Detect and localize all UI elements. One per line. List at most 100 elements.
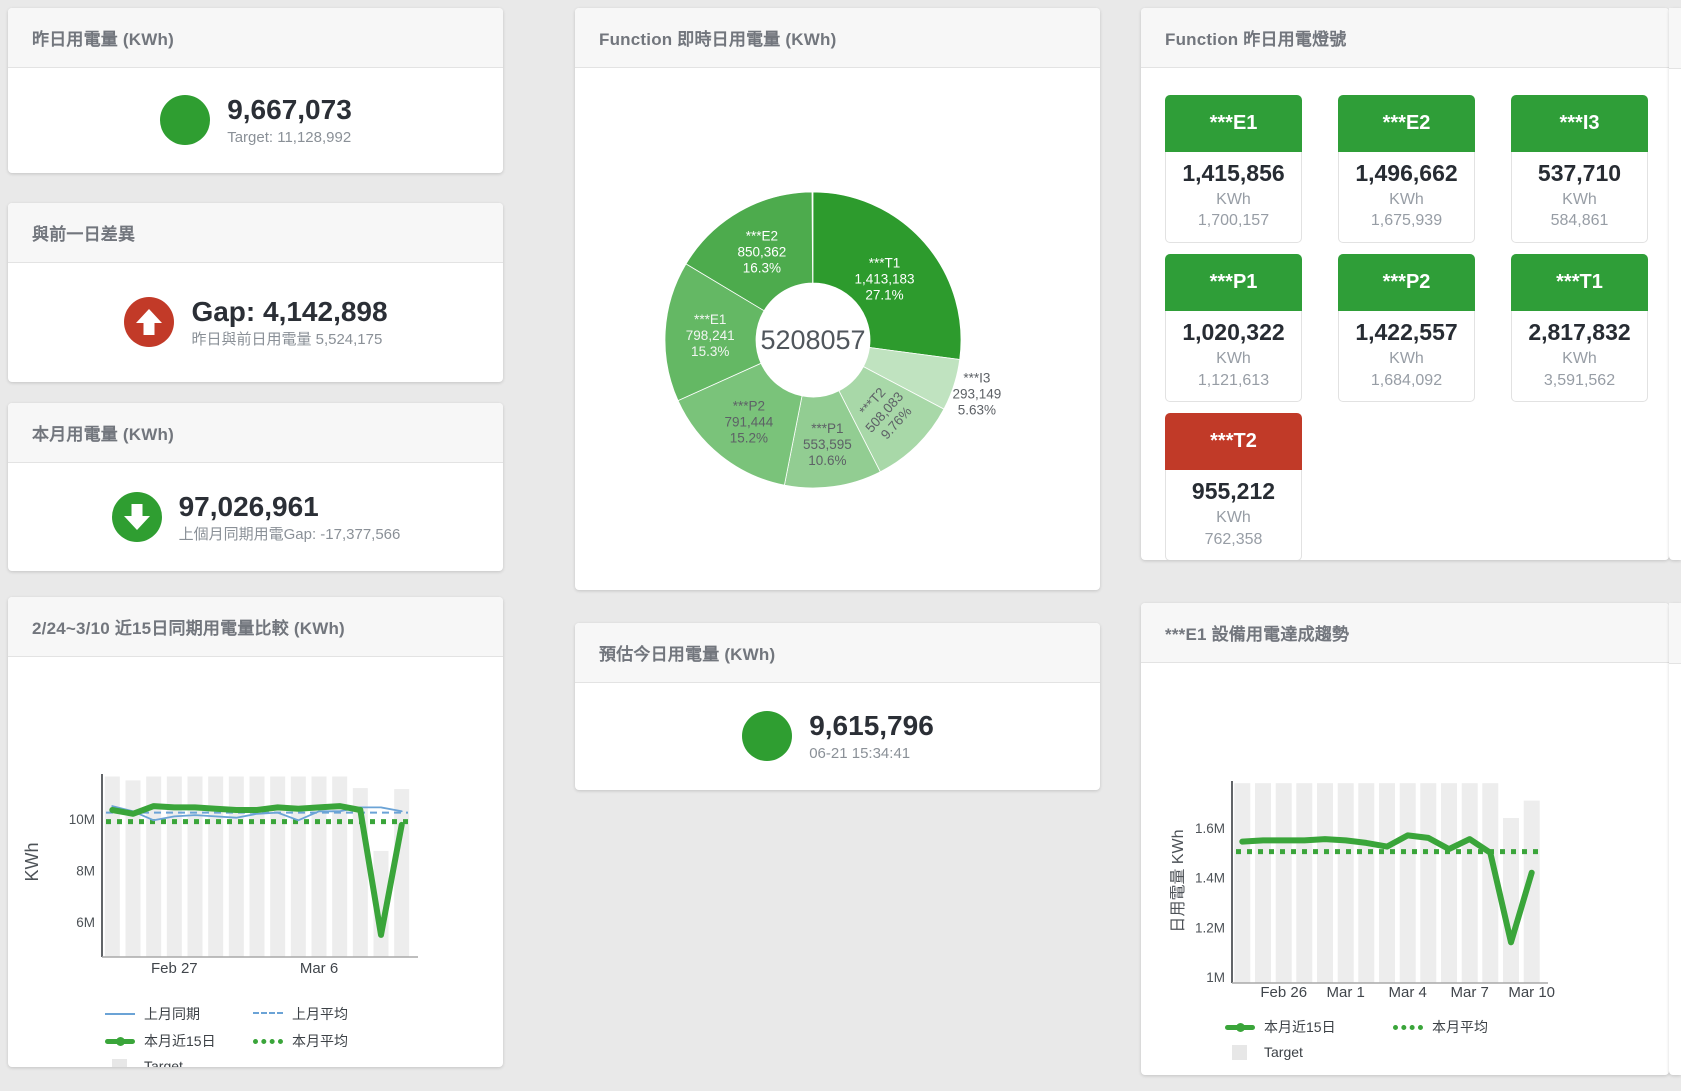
tile-status-header: ***P2 — [1338, 254, 1475, 311]
tile-value: 1,422,557 — [1339, 318, 1474, 348]
x-tick-label: Mar 1 — [1327, 984, 1365, 1001]
legend-item[interactable]: 上月同期 — [105, 1004, 253, 1024]
panel-header: 昨日用電量 (KWh) — [8, 8, 503, 68]
panel-realtime-donut: Function 即時日用電量 (KWh) ***T11,413,18327.1… — [575, 8, 1100, 590]
light-tile: ***P21,422,557KWh1,684,092 — [1338, 254, 1475, 402]
tile-unit: KWh — [1512, 189, 1647, 211]
legend-item[interactable]: 上月平均 — [253, 1004, 503, 1024]
target-bar — [250, 777, 265, 958]
y-tick-label: 6M — [76, 915, 95, 930]
light-tile: ***E21,496,662KWh1,675,939 — [1338, 95, 1475, 243]
y-tick-label: 1.6M — [1195, 821, 1225, 836]
target-bar — [1234, 783, 1250, 983]
legend-label: 上月同期 — [144, 1004, 200, 1024]
legend-label: 本月平均 — [292, 1031, 348, 1051]
legend-item[interactable]: Target — [105, 1058, 253, 1067]
green-circle-icon — [159, 94, 211, 146]
target-bar — [1317, 783, 1333, 983]
panel-header: 與前一日差異 — [8, 203, 503, 263]
target-bar — [1296, 783, 1312, 983]
tile-value: 2,817,832 — [1512, 318, 1647, 348]
target-bar — [229, 777, 244, 958]
svg-text:***I3293,1495.63%: ***I3293,1495.63% — [952, 370, 1001, 417]
tile-status-header: ***P1 — [1165, 254, 1302, 311]
x-tick-label: Feb 26 — [1260, 984, 1307, 1001]
light-tile: ***T1 2,817,832KWh3,591,562 — [1511, 254, 1648, 402]
light-tile: ***I3 537,710KWh584,861 — [1511, 95, 1648, 243]
tile-status-header: ***T2 — [1165, 413, 1302, 470]
panel-title: 昨日用電量 (KWh) — [32, 25, 174, 50]
tile-unit: KWh — [1512, 348, 1647, 370]
panel-header: 預估今日用電量 (KWh) — [575, 623, 1100, 683]
target-bar — [1255, 783, 1271, 983]
tile-target-value: 762,358 — [1166, 529, 1301, 551]
legend-label: 本月近15日 — [1264, 1017, 1336, 1037]
target-bar — [1420, 783, 1436, 983]
legend-label: 上月平均 — [292, 1004, 348, 1024]
legend-label: 本月近15日 — [144, 1031, 216, 1051]
legend-item[interactable]: 本月平均 — [1393, 1017, 1669, 1037]
trend-chart-legend: 本月近15日 本月平均 Target — [1225, 1017, 1669, 1060]
cutoff-panel-sliver — [1669, 8, 1681, 560]
target-bar — [208, 777, 223, 958]
panel-estimate-today: 預估今日用電量 (KWh) 9,615,796 06-21 15:34:41 — [575, 623, 1100, 790]
tile-value: 1,415,856 — [1166, 159, 1301, 189]
tile-target-value: 1,121,613 — [1166, 370, 1301, 392]
panel-yesterday-lights: Function 昨日用電燈號 ***E11,415,856KWh1,700,1… — [1141, 8, 1669, 560]
target-bar — [1379, 783, 1395, 983]
y-axis-title: KWh — [22, 842, 42, 881]
tile-unit: KWh — [1166, 348, 1301, 370]
tile-value: 1,020,322 — [1166, 318, 1301, 348]
legend-label: Target — [1264, 1044, 1303, 1060]
legend-label: Target — [144, 1058, 183, 1067]
cutoff-panel-sliver — [1669, 603, 1681, 1075]
target-bar — [167, 777, 182, 958]
tile-value: 537,710 — [1512, 159, 1647, 189]
tile-target-value: 1,684,092 — [1339, 370, 1474, 392]
panel-title: 與前一日差異 — [32, 220, 135, 245]
y-axis-title: 日用電量 KWh — [1170, 829, 1187, 932]
panel-e1-trend-chart: ***E1 設備用電達成趨勢 1.6M1.4M1.2M1MFeb 26Mar 1… — [1141, 603, 1669, 1075]
realtime-usage-donut-chart: ***T11,413,18327.1%***I3293,1495.63%***T… — [575, 68, 1100, 588]
tile-body: 1,422,557KWh1,684,092 — [1338, 311, 1475, 402]
donut-center-total: 5208057 — [760, 325, 865, 355]
x-tick-label: Mar 7 — [1451, 984, 1489, 1001]
y-tick-label: 8M — [76, 864, 95, 879]
yesterday-usage-target: Target: 11,128,992 — [227, 129, 352, 148]
light-tile: ***E11,415,856KWh1,700,157 — [1165, 95, 1302, 243]
target-bar — [1400, 783, 1416, 983]
lights-grid: ***E11,415,856KWh1,700,157 ***E21,496,662… — [1141, 68, 1669, 560]
target-bar — [126, 780, 141, 957]
yesterday-usage-value: 9,667,073 — [227, 92, 352, 127]
panel-15day-compare-chart: 2/24~3/10 近15日同期用電量比較 (KWh) 10M8M6MFeb 2… — [8, 597, 503, 1067]
y-tick-label: 1M — [1206, 970, 1225, 985]
tile-unit: KWh — [1166, 189, 1301, 211]
tile-unit: KWh — [1166, 507, 1301, 529]
green-circle-icon — [741, 710, 793, 762]
tile-unit: KWh — [1339, 348, 1474, 370]
legend-label: 本月平均 — [1432, 1017, 1488, 1037]
tile-value: 955,212 — [1166, 477, 1301, 507]
month-usage-gap: 上個月同期用電Gap: -17,377,566 — [179, 526, 401, 545]
panel-title: 預估今日用電量 (KWh) — [599, 640, 775, 665]
legend-item[interactable]: Target — [1225, 1044, 1393, 1060]
tile-target-value: 584,861 — [1512, 210, 1647, 232]
target-bar — [312, 777, 327, 958]
tile-status-header: ***T1 — [1511, 254, 1648, 311]
compare-chart-legend: 上月同期 上月平均本月近15日 本月平均 Target — [105, 1004, 503, 1067]
x-tick-label: Feb 27 — [151, 960, 198, 977]
legend-item[interactable]: 本月近15日 — [105, 1031, 253, 1051]
tile-unit: KWh — [1339, 189, 1474, 211]
legend-item[interactable]: 本月近15日 — [1225, 1017, 1393, 1037]
e1-trend-chart: 1.6M1.4M1.2M1MFeb 26Mar 1Mar 4Mar 7Mar 1… — [1141, 663, 1669, 1008]
target-bar — [188, 777, 203, 958]
legend-item[interactable]: 本月平均 — [253, 1031, 503, 1051]
tile-status-header: ***I3 — [1511, 95, 1648, 152]
target-bar — [105, 777, 120, 958]
x-tick-label: Mar 4 — [1389, 984, 1427, 1001]
target-bar — [1462, 783, 1478, 983]
panel-month-usage: 本月用電量 (KWh) 97,026,961 上個月同期用電Gap: -17,3… — [8, 403, 503, 571]
tile-target-value: 3,591,562 — [1512, 370, 1647, 392]
tile-status-header: ***E2 — [1338, 95, 1475, 152]
panel-header: 本月用電量 (KWh) — [8, 403, 503, 463]
